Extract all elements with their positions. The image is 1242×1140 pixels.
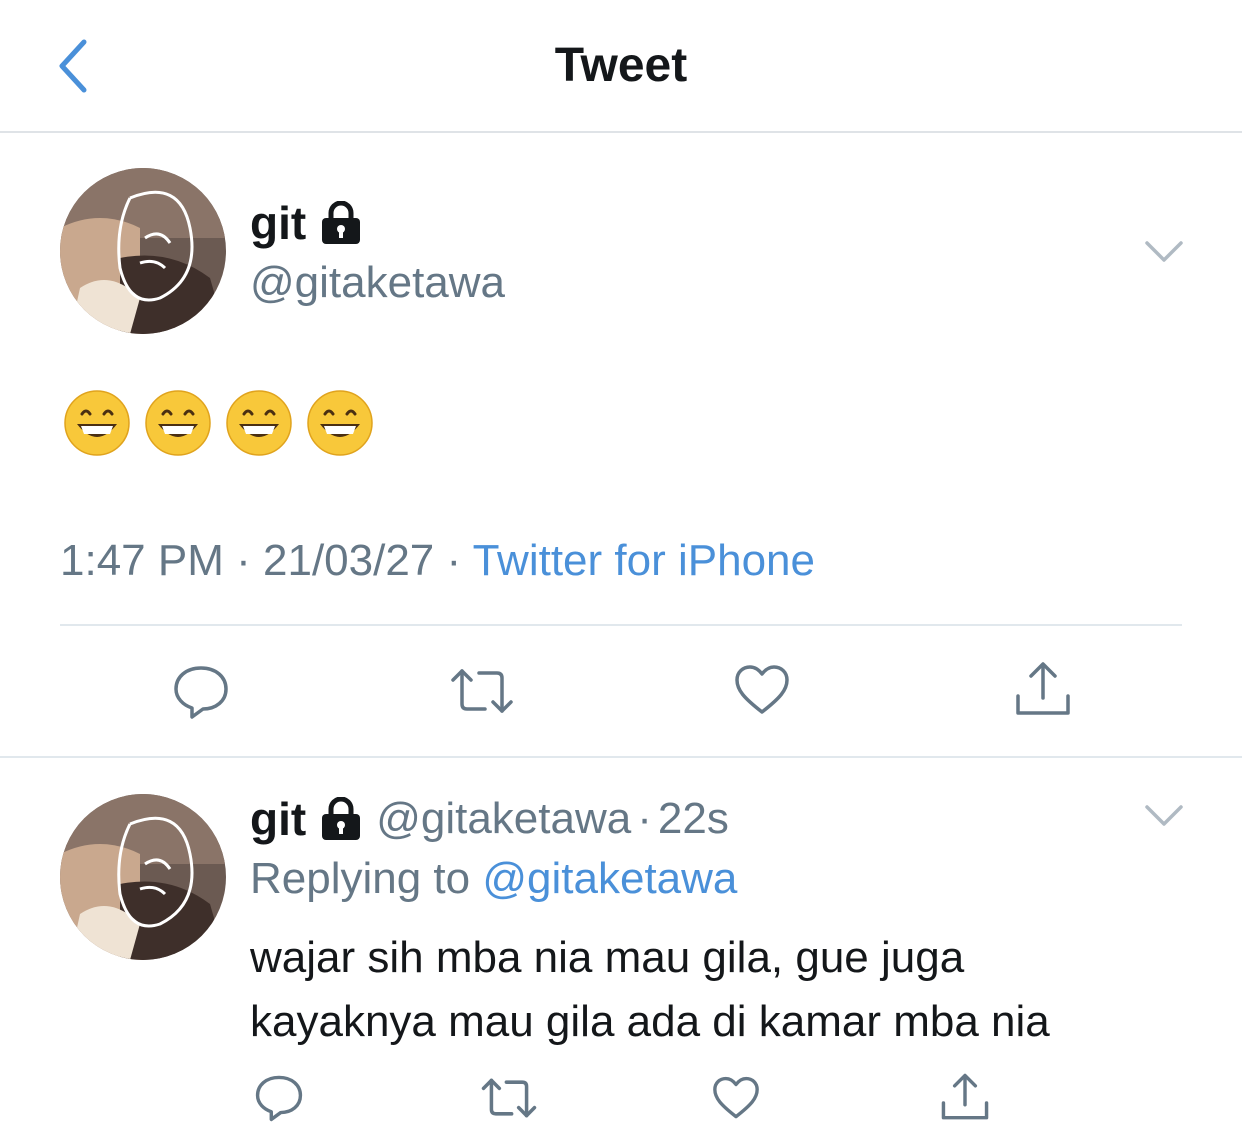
tweet-source-link[interactable]: Twitter for iPhone bbox=[473, 536, 815, 585]
reply-icon[interactable] bbox=[254, 1074, 304, 1122]
meta-separator: · bbox=[236, 536, 251, 585]
divider bbox=[60, 624, 1182, 626]
reply-text: wajar sih mba nia mau gila, gue juga kay… bbox=[250, 933, 1050, 1046]
share-icon[interactable] bbox=[1014, 660, 1072, 718]
meta-separator: · bbox=[446, 536, 462, 585]
divider bbox=[0, 756, 1242, 758]
lock-icon bbox=[322, 797, 361, 840]
retweet-icon[interactable] bbox=[449, 666, 515, 716]
like-icon[interactable] bbox=[712, 1076, 760, 1120]
retweet-icon[interactable] bbox=[480, 1076, 538, 1120]
reply-age: 22s bbox=[657, 794, 729, 843]
grinning-face-emoji bbox=[307, 390, 373, 456]
tweet-time: 1:47 PM bbox=[60, 536, 224, 585]
lock-icon bbox=[322, 201, 361, 244]
like-icon[interactable] bbox=[734, 664, 790, 716]
page-title: Tweet bbox=[554, 39, 688, 92]
tweet-meta: 1:47 PM · 21/03/27 · Twitter for iPhone bbox=[60, 536, 815, 586]
top-bar: Tweet bbox=[0, 0, 1242, 133]
grinning-face-emoji bbox=[226, 390, 292, 456]
reply-icon[interactable] bbox=[172, 664, 230, 720]
tweet-body bbox=[64, 390, 373, 456]
grinning-face-emoji bbox=[64, 390, 130, 456]
author-handle: @gitaketawa bbox=[250, 258, 506, 307]
chevron-down-icon[interactable] bbox=[1144, 240, 1184, 264]
replying-to-mention[interactable]: @gitaketawa bbox=[482, 854, 737, 903]
author-display-name: git bbox=[250, 197, 307, 249]
grinning-face-emoji bbox=[145, 390, 211, 456]
reply-dot: · bbox=[637, 794, 652, 843]
author-name-row[interactable]: git bbox=[250, 196, 362, 250]
replying-to: Replying to @gitaketawa bbox=[250, 854, 737, 904]
avatar[interactable] bbox=[60, 168, 226, 334]
avatar[interactable] bbox=[60, 794, 226, 960]
tweet-date: 21/03/27 bbox=[263, 536, 435, 585]
reply-display-name: git bbox=[250, 793, 307, 845]
reply-author-row[interactable]: git @gitaketawa · 22s bbox=[250, 792, 729, 846]
share-icon[interactable] bbox=[940, 1072, 990, 1122]
reply-handle: @gitaketawa bbox=[376, 794, 632, 843]
replying-label: Replying to bbox=[250, 854, 471, 903]
chevron-down-icon[interactable] bbox=[1144, 804, 1184, 828]
